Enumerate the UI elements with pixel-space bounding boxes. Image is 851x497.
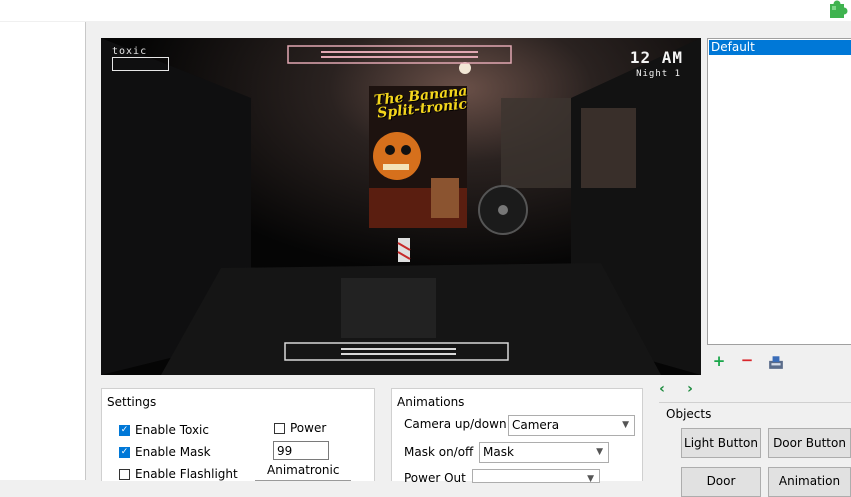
export-icon[interactable] — [768, 354, 784, 370]
settings-group: Settings ✓ Enable Toxic ✓ Enable Mask En… — [101, 388, 375, 481]
preset-list[interactable]: Default — [707, 38, 851, 345]
power-out-select[interactable]: ▼ — [472, 469, 600, 484]
chevron-down-icon: ▼ — [622, 420, 629, 430]
objects-title: Objects — [666, 407, 712, 421]
mask-label: Mask on/off — [404, 445, 474, 459]
camera-label: Camera up/down — [404, 417, 507, 431]
animatronic-label: Animatronic — [267, 463, 340, 477]
enable-flashlight-checkbox[interactable]: Enable Flashlight — [119, 467, 238, 481]
enable-toxic-checkbox[interactable]: ✓ Enable Toxic — [119, 423, 209, 437]
night-counter: Night 1 — [636, 69, 681, 79]
power-checkbox[interactable]: Power — [274, 421, 326, 435]
chevron-left-icon[interactable]: ‹ — [655, 382, 669, 396]
settings-title: Settings — [107, 395, 157, 409]
light-button-button[interactable]: Light Button — [681, 428, 761, 458]
enable-flashlight-label: Enable Flashlight — [135, 467, 238, 481]
animation-button[interactable]: Animation — [768, 467, 851, 497]
list-item[interactable]: Default — [709, 40, 851, 55]
check-icon: ✓ — [119, 446, 130, 458]
left-panel — [0, 22, 86, 480]
mask-select[interactable]: Mask ▼ — [479, 442, 609, 463]
toxic-meter — [112, 57, 169, 71]
power-label: Power — [290, 421, 327, 435]
power-input[interactable] — [273, 441, 329, 460]
chevron-right-icon[interactable]: › — [683, 382, 697, 396]
clock-time: 12 AM — [629, 48, 683, 67]
plus-icon[interactable]: + — [711, 352, 727, 370]
animations-title: Animations — [397, 395, 465, 409]
animations-group: Animations Camera up/down Camera ▼ Mask … — [391, 388, 643, 485]
power-out-label: Power Out — [404, 471, 466, 485]
toxic-label: toxic — [112, 46, 148, 57]
objects-group: Objects Light Button Door Button Door An… — [659, 402, 851, 497]
puzzle-icon[interactable] — [826, 0, 851, 19]
camera-select[interactable]: Camera ▼ — [508, 415, 635, 436]
enable-mask-label: Enable Mask — [135, 445, 211, 459]
door-button-button[interactable]: Door Button — [768, 428, 851, 458]
enable-toxic-label: Enable Toxic — [135, 423, 209, 437]
chevron-down-icon: ▼ — [596, 447, 603, 457]
minus-icon[interactable]: − — [739, 351, 755, 369]
door-button[interactable]: Door — [681, 467, 761, 497]
game-preview[interactable]: toxic 12 AM Night 1 The Banana Split-tro… — [101, 38, 701, 375]
check-icon: ✓ — [119, 424, 130, 436]
enable-mask-checkbox[interactable]: ✓ Enable Mask — [119, 445, 211, 459]
top-strip — [0, 0, 851, 21]
